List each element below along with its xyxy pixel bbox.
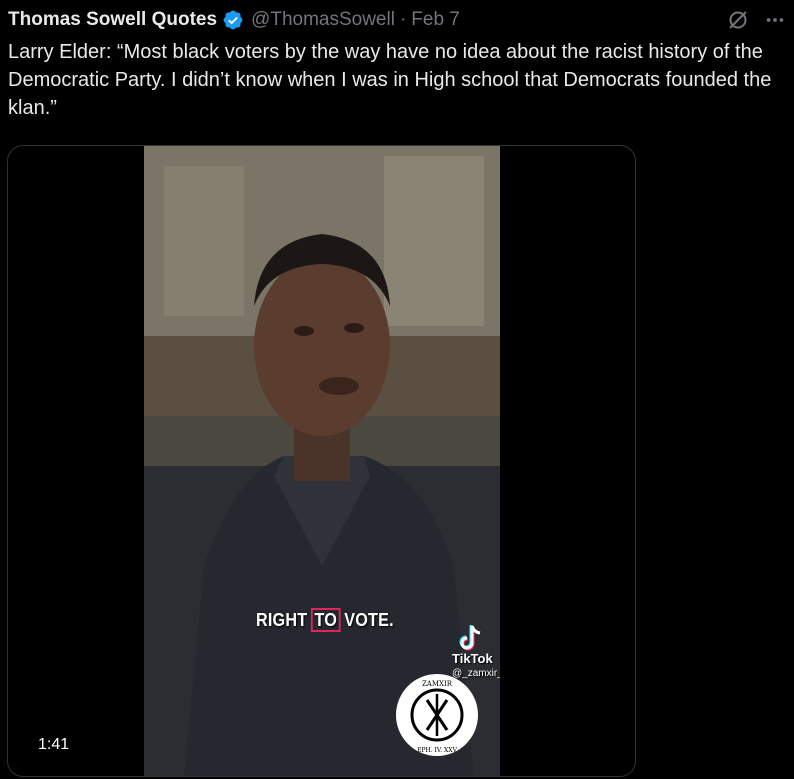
video-duration: 1:41 [32, 734, 76, 756]
caption-highlight: TO [310, 608, 341, 632]
tweet-text: Larry Elder: “Most black voters by the w… [8, 41, 772, 119]
video-player[interactable]: RIGHT TO VOTE. TikTok @_zamxir_ ZAMXIR E… [7, 145, 636, 777]
svg-text:EPH. IV. XXV: EPH. IV. XXV [417, 747, 457, 754]
tweet-date[interactable]: Feb 7 [411, 9, 460, 31]
video-frame[interactable]: RIGHT TO VOTE. TikTok @_zamxir_ ZAMXIR E… [144, 146, 500, 776]
zamxir-seal-logo: ZAMXIR EPH. IV. XXV [394, 672, 480, 763]
author-handle[interactable]: @ThomasSowell [251, 9, 395, 31]
grok-icon[interactable] [726, 8, 750, 32]
header-actions [726, 6, 786, 34]
caption-text-start: RIGHT [256, 609, 308, 630]
more-options-icon[interactable] [764, 9, 786, 31]
author-name[interactable]: Thomas Sowell Quotes [8, 9, 217, 31]
tiktok-watermark: TikTok [452, 651, 493, 666]
separator-dot: · [399, 9, 407, 30]
tweet-header: Thomas Sowell Quotes @ThomasSowell · Feb… [8, 6, 786, 34]
svg-text:ZAMXIR: ZAMXIR [422, 680, 453, 688]
caption-text-end: VOTE. [344, 609, 394, 630]
video-caption: RIGHT TO VOTE. [256, 608, 394, 632]
verified-badge-icon[interactable] [222, 9, 244, 31]
